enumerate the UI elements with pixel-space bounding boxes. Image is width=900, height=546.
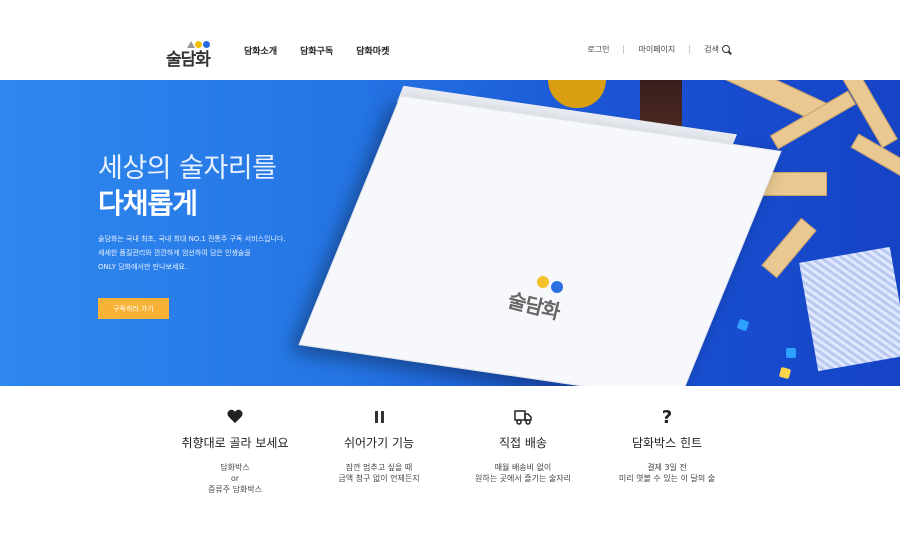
feature-desc-line: 담화박스 (220, 463, 250, 472)
feature-description: 결제 3일 전 미리 엿볼 수 있는 이 달의 술 (587, 462, 747, 484)
divider (623, 45, 625, 54)
truck-icon (514, 410, 532, 425)
box-logo-yellow-icon (537, 276, 549, 288)
feature-title: 담화박스 힌트 (631, 436, 703, 450)
hero-desc-line: 세세한 품질관리와 깐깐하게 엄선하여 담은 인생술을 (98, 249, 251, 257)
pause-icon (374, 411, 384, 423)
hero-title-line2: 다채롭게 (98, 187, 198, 220)
feature-title: 취향대로 골라 보세요 (181, 436, 289, 450)
box-logo-blue-icon (551, 281, 563, 293)
feature-item: ? 담화박스 힌트 결제 3일 전 미리 엿볼 수 있는 이 달의 술 (587, 386, 747, 484)
nav-item-about[interactable]: 담화소개 (244, 44, 277, 57)
feature-desc-line: or (230, 474, 240, 483)
site-logo[interactable]: 술담화 (166, 38, 220, 70)
main-nav: 담화소개 담화구독 담화마켓 (244, 44, 389, 57)
feature-desc-line: 매월 배송비 없이 (494, 463, 552, 472)
hero-desc-line: ONLY 담화에서만 만나보세요. (98, 263, 188, 271)
nav-item-subscribe[interactable]: 담화구독 (300, 44, 333, 57)
nav-item-market[interactable]: 담화마켓 (356, 44, 389, 57)
feature-desc-line: 미리 엿볼 수 있는 이 달의 술 (618, 474, 716, 483)
feature-desc-line: 결제 3일 전 (647, 463, 687, 472)
hero-description: 술담화는 국내 최초, 국내 최대 NO.1 전통주 구독 서비스입니다. 세세… (98, 232, 286, 274)
liquor-jar-image (548, 80, 606, 108)
login-link[interactable]: 로그인 (587, 44, 609, 55)
feature-desc-line: 증류주 담화박스 (207, 485, 263, 494)
dice-icon (778, 366, 792, 380)
heart-icon (227, 410, 243, 425)
feature-item: 취향대로 골라 보세요 담화박스 or 증류주 담화박스 (155, 386, 315, 495)
logo-text: 술담화 (166, 50, 211, 70)
subscribe-cta-button[interactable]: 구독하러 가기 (98, 298, 169, 319)
feature-description: 매월 배송비 없이 원하는 곳에서 즐기는 술자리 (443, 462, 603, 484)
feature-list: 취향대로 골라 보세요 담화박스 or 증류주 담화박스 쉬어가기 기능 잠깐 … (0, 386, 900, 546)
jenga-block-image (763, 172, 827, 196)
jenga-block-image (842, 80, 898, 149)
site-header: 술담화 담화소개 담화구독 담화마켓 로그인 마이페이지 검색 (0, 0, 900, 80)
feature-desc-line: 금액 청구 없이 언제든지 (338, 474, 420, 483)
feature-item: 쉬어가기 기능 잠깐 멈추고 싶을 때 금액 청구 없이 언제든지 (299, 386, 459, 484)
dice-icon (786, 348, 796, 358)
search-label: 검색 (704, 45, 719, 54)
mypage-link[interactable]: 마이페이지 (638, 44, 675, 55)
question-icon: ? (661, 406, 673, 428)
dice-icon (736, 318, 750, 332)
divider (689, 45, 691, 54)
hero-desc-line: 술담화는 국내 최초, 국내 최대 NO.1 전통주 구독 서비스입니다. (98, 235, 286, 243)
hero-banner: 술담화 세상의 술자리를 다채롭게 술담화는 국내 최초, 국내 최대 NO.1… (0, 80, 900, 386)
feature-desc-line: 원하는 곳에서 즐기는 술자리 (475, 474, 571, 483)
utility-nav: 로그인 마이페이지 검색 (587, 44, 732, 55)
hero-title-line1: 세상의 술자리를 (98, 153, 277, 184)
feature-description: 잠깐 멈추고 싶을 때 금액 청구 없이 언제든지 (299, 462, 459, 484)
feature-desc-line: 잠깐 멈추고 싶을 때 (345, 463, 413, 472)
feature-title: 직접 배송 (499, 436, 547, 450)
search-button[interactable]: 검색 (704, 44, 732, 55)
feature-title: 쉬어가기 기능 (343, 436, 415, 450)
playing-cards-image (799, 246, 900, 372)
search-icon (722, 44, 732, 55)
feature-description: 담화박스 or 증류주 담화박스 (155, 462, 315, 495)
feature-item: 직접 배송 매월 배송비 없이 원하는 곳에서 즐기는 술자리 (443, 386, 603, 484)
